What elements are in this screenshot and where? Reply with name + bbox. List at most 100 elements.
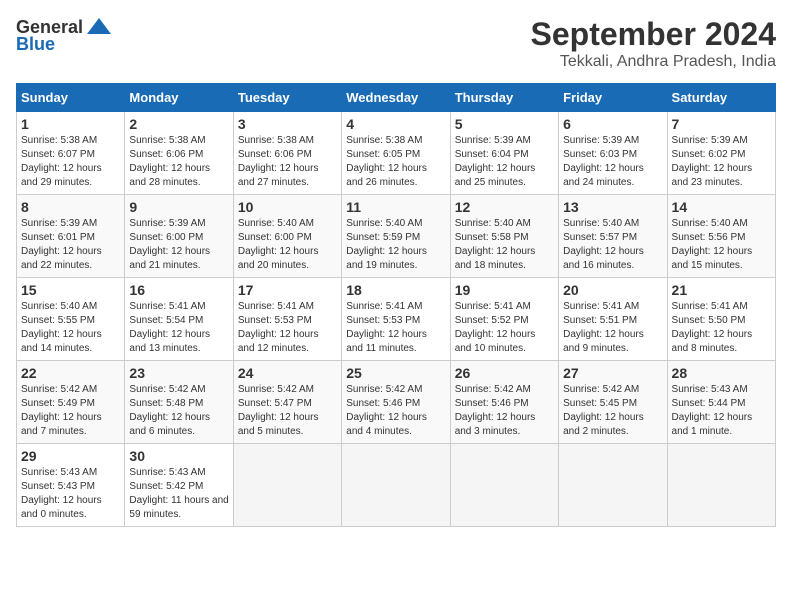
calendar-day-cell: 1 Sunrise: 5:38 AM Sunset: 6:07 PM Dayli… [17, 112, 125, 195]
calendar-week-row: 29 Sunrise: 5:43 AM Sunset: 5:43 PM Dayl… [17, 444, 776, 527]
day-info: Sunrise: 5:40 AM Sunset: 5:57 PM Dayligh… [563, 217, 662, 273]
calendar-day-cell: 4 Sunrise: 5:38 AM Sunset: 6:05 PM Dayli… [342, 112, 450, 195]
day-info: Sunrise: 5:42 AM Sunset: 5:47 PM Dayligh… [238, 383, 337, 439]
header-thursday: Thursday [450, 84, 558, 112]
day-number: 26 [455, 365, 554, 381]
calendar-week-row: 15 Sunrise: 5:40 AM Sunset: 5:55 PM Dayl… [17, 278, 776, 361]
calendar-day-cell: 3 Sunrise: 5:38 AM Sunset: 6:06 PM Dayli… [233, 112, 341, 195]
calendar-week-row: 22 Sunrise: 5:42 AM Sunset: 5:49 PM Dayl… [17, 361, 776, 444]
calendar-day-cell: 19 Sunrise: 5:41 AM Sunset: 5:52 PM Dayl… [450, 278, 558, 361]
day-info: Sunrise: 5:38 AM Sunset: 6:07 PM Dayligh… [21, 134, 120, 190]
day-number: 4 [346, 116, 445, 132]
day-info: Sunrise: 5:39 AM Sunset: 6:02 PM Dayligh… [672, 134, 771, 190]
day-info: Sunrise: 5:38 AM Sunset: 6:05 PM Dayligh… [346, 134, 445, 190]
logo: General Blue [16, 16, 113, 55]
day-info: Sunrise: 5:39 AM Sunset: 6:04 PM Dayligh… [455, 134, 554, 190]
day-number: 3 [238, 116, 337, 132]
logo-icon [85, 16, 113, 38]
calendar-day-cell [450, 444, 558, 527]
day-info: Sunrise: 5:41 AM Sunset: 5:53 PM Dayligh… [346, 300, 445, 356]
day-info: Sunrise: 5:42 AM Sunset: 5:46 PM Dayligh… [346, 383, 445, 439]
calendar-day-cell: 22 Sunrise: 5:42 AM Sunset: 5:49 PM Dayl… [17, 361, 125, 444]
calendar-title: September 2024 [531, 16, 776, 53]
day-info: Sunrise: 5:38 AM Sunset: 6:06 PM Dayligh… [129, 134, 228, 190]
day-info: Sunrise: 5:39 AM Sunset: 6:03 PM Dayligh… [563, 134, 662, 190]
day-info: Sunrise: 5:41 AM Sunset: 5:52 PM Dayligh… [455, 300, 554, 356]
calendar-day-cell: 16 Sunrise: 5:41 AM Sunset: 5:54 PM Dayl… [125, 278, 233, 361]
day-number: 30 [129, 448, 228, 464]
day-info: Sunrise: 5:42 AM Sunset: 5:48 PM Dayligh… [129, 383, 228, 439]
day-number: 22 [21, 365, 120, 381]
day-number: 15 [21, 282, 120, 298]
calendar-day-cell: 10 Sunrise: 5:40 AM Sunset: 6:00 PM Dayl… [233, 195, 341, 278]
calendar-day-cell: 15 Sunrise: 5:40 AM Sunset: 5:55 PM Dayl… [17, 278, 125, 361]
calendar-day-cell: 20 Sunrise: 5:41 AM Sunset: 5:51 PM Dayl… [559, 278, 667, 361]
calendar-day-cell [233, 444, 341, 527]
header-saturday: Saturday [667, 84, 775, 112]
calendar-day-cell: 27 Sunrise: 5:42 AM Sunset: 5:45 PM Dayl… [559, 361, 667, 444]
page-header: General Blue September 2024 Tekkali, And… [16, 16, 776, 71]
day-info: Sunrise: 5:40 AM Sunset: 5:58 PM Dayligh… [455, 217, 554, 273]
calendar-day-cell [342, 444, 450, 527]
day-number: 5 [455, 116, 554, 132]
day-number: 25 [346, 365, 445, 381]
day-info: Sunrise: 5:43 AM Sunset: 5:44 PM Dayligh… [672, 383, 771, 439]
calendar-day-cell: 7 Sunrise: 5:39 AM Sunset: 6:02 PM Dayli… [667, 112, 775, 195]
weekday-header-row: Sunday Monday Tuesday Wednesday Thursday… [17, 84, 776, 112]
day-info: Sunrise: 5:39 AM Sunset: 6:00 PM Dayligh… [129, 217, 228, 273]
header-wednesday: Wednesday [342, 84, 450, 112]
header-tuesday: Tuesday [233, 84, 341, 112]
calendar-day-cell: 11 Sunrise: 5:40 AM Sunset: 5:59 PM Dayl… [342, 195, 450, 278]
calendar-day-cell: 5 Sunrise: 5:39 AM Sunset: 6:04 PM Dayli… [450, 112, 558, 195]
calendar-week-row: 8 Sunrise: 5:39 AM Sunset: 6:01 PM Dayli… [17, 195, 776, 278]
calendar-day-cell: 30 Sunrise: 5:43 AM Sunset: 5:42 PM Dayl… [125, 444, 233, 527]
calendar-day-cell: 23 Sunrise: 5:42 AM Sunset: 5:48 PM Dayl… [125, 361, 233, 444]
day-info: Sunrise: 5:40 AM Sunset: 5:55 PM Dayligh… [21, 300, 120, 356]
day-info: Sunrise: 5:42 AM Sunset: 5:45 PM Dayligh… [563, 383, 662, 439]
day-number: 19 [455, 282, 554, 298]
calendar-day-cell: 2 Sunrise: 5:38 AM Sunset: 6:06 PM Dayli… [125, 112, 233, 195]
day-number: 9 [129, 199, 228, 215]
day-info: Sunrise: 5:43 AM Sunset: 5:42 PM Dayligh… [129, 466, 228, 522]
day-number: 17 [238, 282, 337, 298]
day-number: 6 [563, 116, 662, 132]
calendar-day-cell: 9 Sunrise: 5:39 AM Sunset: 6:00 PM Dayli… [125, 195, 233, 278]
logo-blue-text: Blue [16, 34, 55, 55]
calendar-header: September 2024 Tekkali, Andhra Pradesh, … [531, 16, 776, 71]
calendar-day-cell: 28 Sunrise: 5:43 AM Sunset: 5:44 PM Dayl… [667, 361, 775, 444]
header-sunday: Sunday [17, 84, 125, 112]
day-number: 18 [346, 282, 445, 298]
day-info: Sunrise: 5:38 AM Sunset: 6:06 PM Dayligh… [238, 134, 337, 190]
calendar-day-cell: 29 Sunrise: 5:43 AM Sunset: 5:43 PM Dayl… [17, 444, 125, 527]
day-number: 8 [21, 199, 120, 215]
day-info: Sunrise: 5:41 AM Sunset: 5:54 PM Dayligh… [129, 300, 228, 356]
calendar-subtitle: Tekkali, Andhra Pradesh, India [531, 53, 776, 71]
day-number: 21 [672, 282, 771, 298]
calendar-table: Sunday Monday Tuesday Wednesday Thursday… [16, 83, 776, 527]
calendar-day-cell: 8 Sunrise: 5:39 AM Sunset: 6:01 PM Dayli… [17, 195, 125, 278]
day-info: Sunrise: 5:41 AM Sunset: 5:53 PM Dayligh… [238, 300, 337, 356]
day-number: 14 [672, 199, 771, 215]
day-info: Sunrise: 5:42 AM Sunset: 5:46 PM Dayligh… [455, 383, 554, 439]
day-number: 13 [563, 199, 662, 215]
day-number: 28 [672, 365, 771, 381]
header-monday: Monday [125, 84, 233, 112]
calendar-day-cell: 24 Sunrise: 5:42 AM Sunset: 5:47 PM Dayl… [233, 361, 341, 444]
day-info: Sunrise: 5:41 AM Sunset: 5:50 PM Dayligh… [672, 300, 771, 356]
calendar-day-cell: 26 Sunrise: 5:42 AM Sunset: 5:46 PM Dayl… [450, 361, 558, 444]
day-info: Sunrise: 5:42 AM Sunset: 5:49 PM Dayligh… [21, 383, 120, 439]
day-info: Sunrise: 5:39 AM Sunset: 6:01 PM Dayligh… [21, 217, 120, 273]
day-number: 7 [672, 116, 771, 132]
day-info: Sunrise: 5:40 AM Sunset: 6:00 PM Dayligh… [238, 217, 337, 273]
calendar-day-cell: 25 Sunrise: 5:42 AM Sunset: 5:46 PM Dayl… [342, 361, 450, 444]
day-number: 11 [346, 199, 445, 215]
calendar-week-row: 1 Sunrise: 5:38 AM Sunset: 6:07 PM Dayli… [17, 112, 776, 195]
calendar-day-cell: 18 Sunrise: 5:41 AM Sunset: 5:53 PM Dayl… [342, 278, 450, 361]
calendar-day-cell: 12 Sunrise: 5:40 AM Sunset: 5:58 PM Dayl… [450, 195, 558, 278]
day-info: Sunrise: 5:41 AM Sunset: 5:51 PM Dayligh… [563, 300, 662, 356]
day-info: Sunrise: 5:40 AM Sunset: 5:56 PM Dayligh… [672, 217, 771, 273]
day-number: 20 [563, 282, 662, 298]
calendar-day-cell [667, 444, 775, 527]
day-number: 23 [129, 365, 228, 381]
calendar-day-cell: 21 Sunrise: 5:41 AM Sunset: 5:50 PM Dayl… [667, 278, 775, 361]
